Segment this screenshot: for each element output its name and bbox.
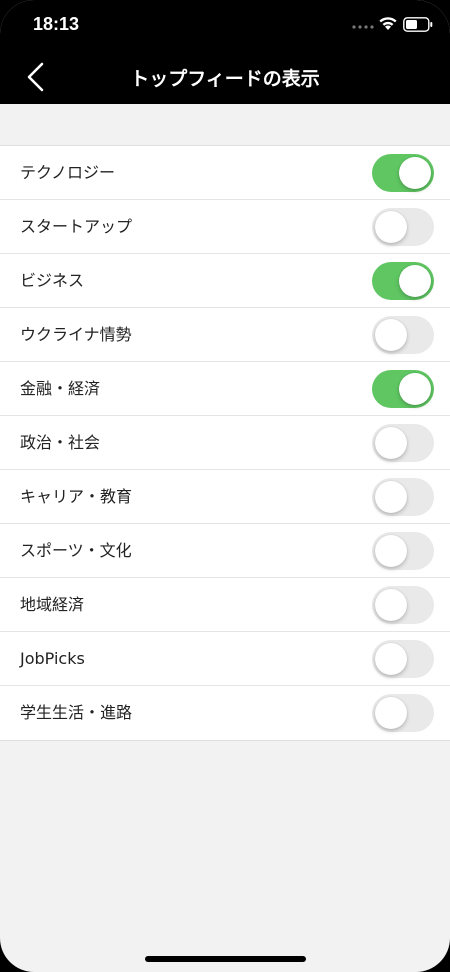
- list-item: スポーツ・文化: [0, 524, 450, 578]
- setting-label: スタートアップ: [20, 217, 133, 236]
- toggle-knob: [375, 481, 407, 513]
- setting-label: テクノロジー: [20, 163, 116, 182]
- list-item: スタートアップ: [0, 200, 450, 254]
- home-indicator: [145, 956, 306, 962]
- setting-label: 学生生活・進路: [20, 703, 133, 722]
- header: 18:13 トップフィードの表示: [0, 0, 450, 104]
- toggle-switch[interactable]: [372, 532, 434, 570]
- toggle-knob: [375, 535, 407, 567]
- toggle-switch[interactable]: [372, 316, 434, 354]
- toggle-switch[interactable]: [372, 478, 434, 516]
- list-item: 地域経済: [0, 578, 450, 632]
- settings-list: テクノロジー スタートアップ ビジネスウクライナ情勢 金融・経済政治・社会キャリア・教…: [0, 145, 450, 741]
- toggle-knob: [375, 589, 407, 621]
- toggle-switch[interactable]: [372, 370, 434, 408]
- toggle-knob: [375, 319, 407, 351]
- status-time: 18:13: [33, 14, 80, 34]
- list-item: ビジネス: [0, 254, 450, 308]
- setting-label: ビジネス: [20, 271, 85, 290]
- toggle-knob: [375, 211, 407, 243]
- phone-screen: 18:13 トップフィードの表示 テクノロジー スタートアップ ビジネス ウクラ…: [0, 0, 450, 972]
- list-item: 金融・経済: [0, 362, 450, 416]
- setting-label: 政治・社会: [20, 433, 101, 452]
- page-title: トップフィードの表示: [130, 68, 320, 90]
- list-item: テクノロジー: [0, 146, 450, 200]
- toggle-knob: [399, 265, 431, 297]
- list-item: ウクライナ情勢: [0, 308, 450, 362]
- list-item: 学生生活・進路: [0, 686, 450, 740]
- toggle-switch[interactable]: [372, 586, 434, 624]
- setting-label: ウクライナ情勢: [20, 325, 132, 344]
- toggle-switch[interactable]: [372, 262, 434, 300]
- toggle-switch[interactable]: [372, 208, 434, 246]
- toggle-knob: [399, 157, 431, 189]
- setting-label: キャリア・教育: [20, 487, 133, 506]
- setting-label: 金融・経済: [20, 379, 101, 398]
- setting-label: JobPicks: [20, 649, 85, 668]
- setting-label: スポーツ・文化: [20, 541, 132, 560]
- navigation-bar: トップフィードの表示: [0, 50, 450, 104]
- toggle-switch[interactable]: [372, 640, 434, 678]
- toggle-knob: [375, 643, 407, 675]
- toggle-knob: [399, 373, 431, 405]
- list-item: キャリア・教育: [0, 470, 450, 524]
- toggle-switch[interactable]: [372, 424, 434, 462]
- toggle-knob: [375, 427, 407, 459]
- battery-icon: [403, 17, 433, 32]
- signal-dots-icon: [352, 25, 374, 29]
- list-item: 政治・社会: [0, 416, 450, 470]
- toggle-switch[interactable]: [372, 694, 434, 732]
- setting-label: 地域経済: [20, 595, 85, 614]
- status-bar: 18:13: [0, 0, 450, 50]
- wifi-icon: [379, 17, 397, 30]
- list-item: JobPicks: [0, 632, 450, 686]
- toggle-switch[interactable]: [372, 154, 434, 192]
- toggle-knob: [375, 697, 407, 729]
